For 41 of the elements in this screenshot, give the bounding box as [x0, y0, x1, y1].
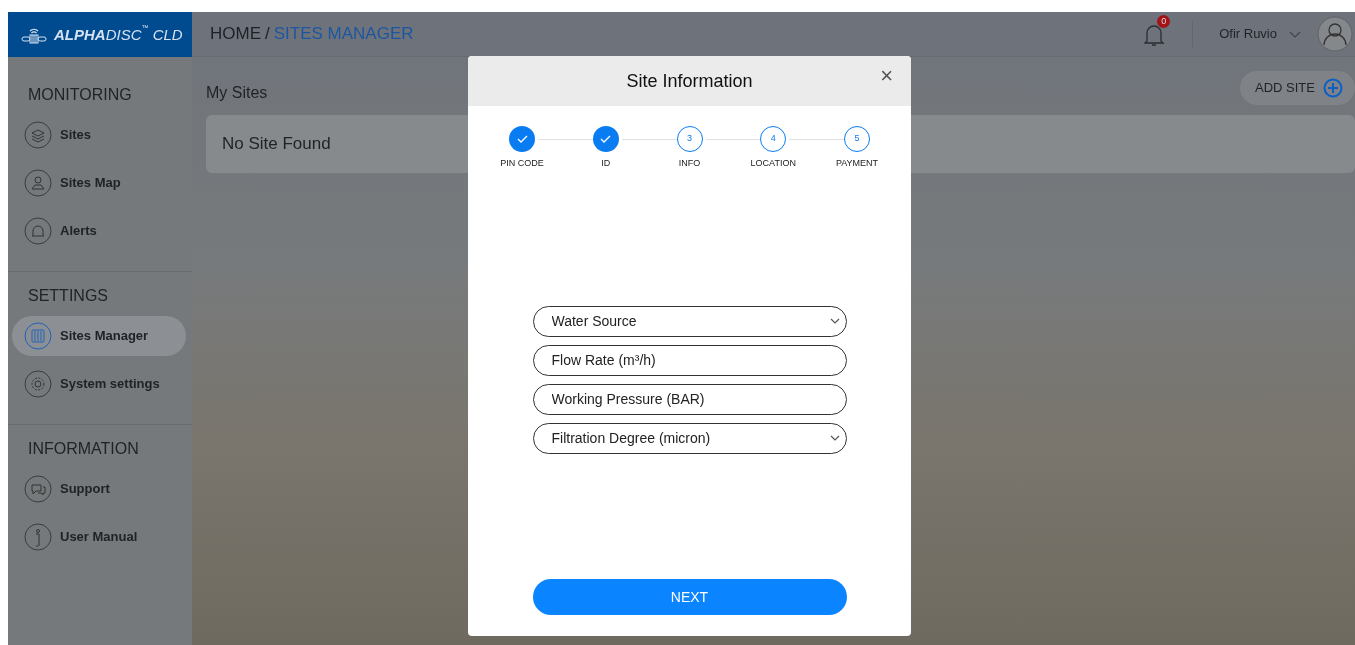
section-title: MONITORING — [27, 85, 133, 105]
sidebar-item[interactable]: Sites — [12, 115, 186, 155]
sidebar-item[interactable]: User Manual — [12, 517, 186, 557]
input-field[interactable]: Flow Rate (m³/h) — [532, 344, 847, 376]
close-button[interactable]: × — [874, 64, 899, 88]
page-title: My Sites — [206, 83, 268, 103]
dialog-title: Site Information — [626, 69, 753, 93]
step-label: PAYMENT — [835, 157, 879, 170]
sidebar-item[interactable]: Support — [12, 469, 186, 509]
next-button[interactable]: NEXT — [532, 579, 847, 615]
step-label: PIN CODE — [500, 157, 544, 170]
sidebar-item[interactable]: Sites Manager — [12, 316, 186, 356]
input-field[interactable]: Working Pressure (BAR) — [532, 383, 847, 415]
sidebar-item[interactable]: Alerts — [12, 211, 186, 251]
sidebar-item[interactable]: Sites Map — [12, 163, 186, 203]
step-label: INFO — [678, 157, 701, 170]
step-circle: 4 — [760, 126, 787, 152]
step-label: LOCATION — [750, 157, 796, 170]
layers-icon — [24, 121, 52, 149]
section-title: SETTINGS — [27, 286, 109, 306]
select-field[interactable]: Water Source — [532, 305, 847, 337]
user-name[interactable]: Ofir Ruvio — [1219, 24, 1277, 44]
sidebar-item[interactable]: System settings — [12, 364, 186, 404]
bell-icon — [24, 217, 52, 245]
plus-icon — [1323, 78, 1343, 98]
add-site-button[interactable]: ADD SITE — [1240, 71, 1355, 105]
info-icon — [24, 523, 52, 551]
select-field[interactable]: Filtration Degree (micron) — [532, 422, 847, 454]
sliders-icon — [24, 322, 52, 350]
step-circle: 3 — [676, 126, 703, 152]
check-icon — [600, 135, 612, 143]
breadcrumb-separator: / — [265, 23, 270, 46]
caret-icon — [1289, 30, 1301, 38]
step-circle: 5 — [844, 126, 870, 152]
section-title: INFORMATION — [27, 439, 140, 459]
step-label: ID — [601, 157, 611, 170]
breadcrumb-current: SITES MANAGER — [273, 23, 414, 46]
check-icon — [516, 135, 528, 143]
breadcrumb-link[interactable]: HOME — [210, 21, 261, 47]
notification-badge: 0 — [1157, 15, 1171, 29]
chat-icon — [24, 475, 52, 503]
